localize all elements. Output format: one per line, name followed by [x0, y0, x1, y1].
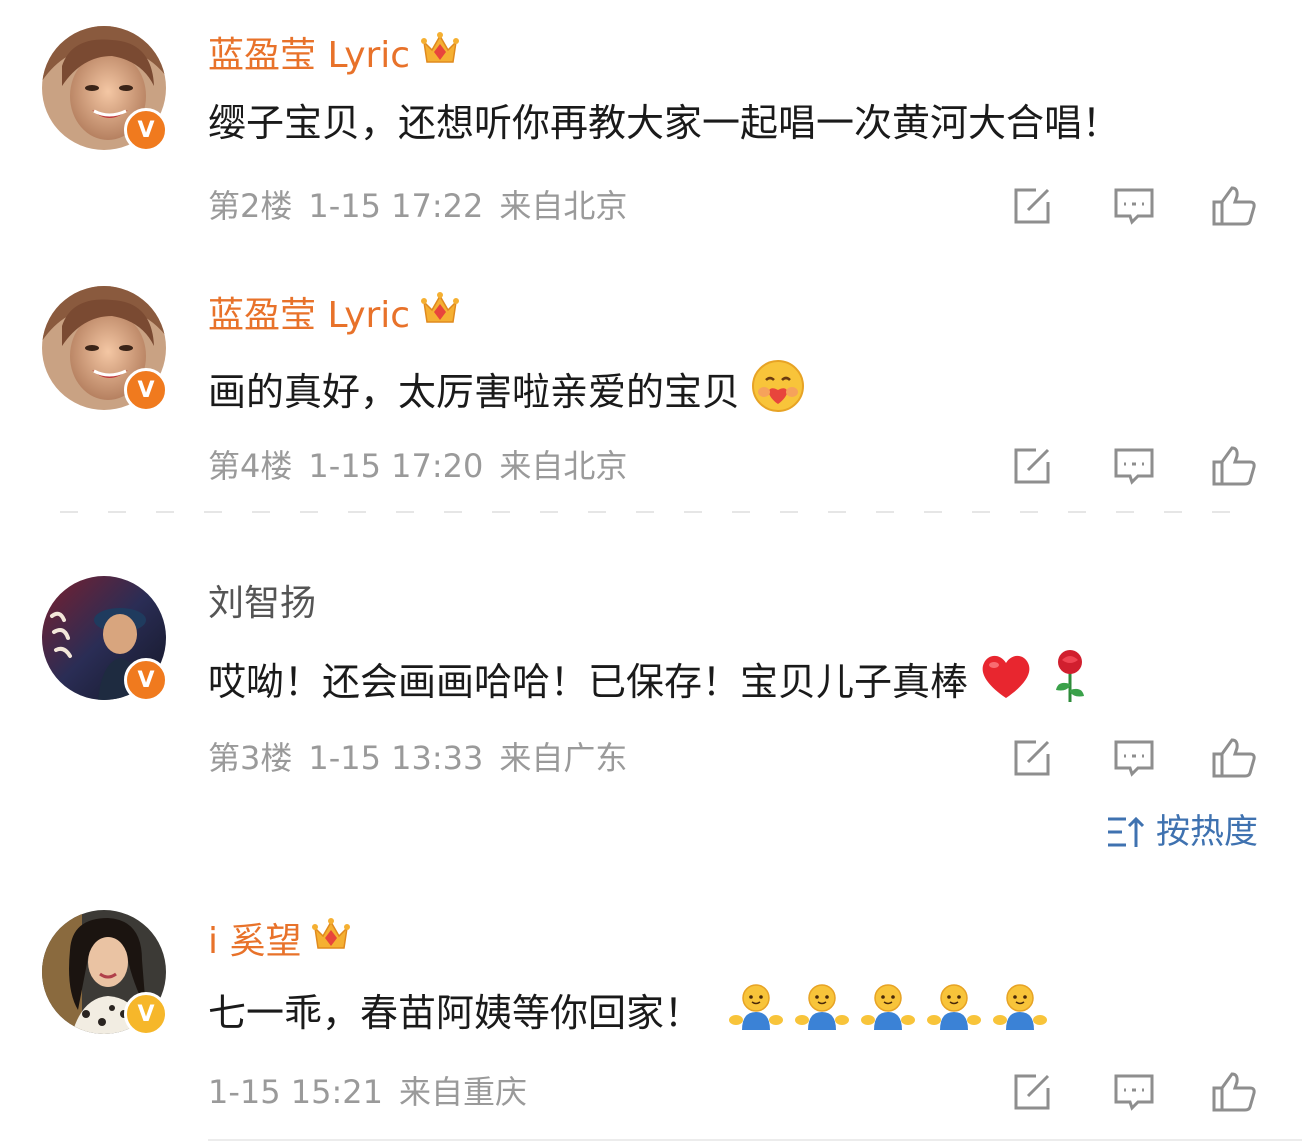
share-icon[interactable]	[1010, 736, 1054, 780]
comment-location: 来自北京	[499, 447, 628, 485]
comment-time: 1-15 13:33	[308, 739, 484, 777]
comment-location: 来自广东	[499, 739, 628, 777]
comment-icon[interactable]	[1112, 736, 1156, 780]
like-icon[interactable]	[1210, 1070, 1256, 1114]
comment-time: 1-15 17:22	[308, 187, 484, 225]
verified-badge: V	[124, 108, 168, 152]
floor-number: 第4楼	[208, 447, 293, 485]
hug-person-emoji	[926, 982, 982, 1044]
red-heart-emoji	[978, 651, 1034, 713]
comment-text: 七一乖，春苗阿姨等你回家！	[208, 982, 1048, 1044]
sort-by-hot-button[interactable]: 按热度	[1106, 810, 1258, 854]
comment-text: 哎呦！还会画画哈哈！已保存！宝贝儿子真棒	[208, 648, 1090, 716]
vip-crown-icon	[420, 30, 460, 81]
verified-badge: V	[124, 658, 168, 702]
comment-actions	[1010, 444, 1260, 488]
verified-badge: V	[124, 992, 168, 1036]
username[interactable]: 刘智扬	[208, 582, 316, 626]
verified-badge: V	[124, 368, 168, 412]
emoji-group	[728, 982, 1048, 1044]
comment-text: 画的真好，太厉害啦亲爱的宝贝	[208, 358, 806, 426]
comment-icon[interactable]	[1112, 444, 1156, 488]
avatar[interactable]: V	[42, 26, 168, 152]
sort-label[interactable]: 按热度	[1156, 810, 1258, 854]
comment-actions	[1010, 1070, 1260, 1114]
username[interactable]: 蓝盈莹 Lyric	[208, 30, 460, 81]
comment-time: 1-15 17:20	[308, 447, 484, 485]
username[interactable]: 蓝盈莹 Lyric	[208, 290, 460, 341]
comment-location: 来自重庆	[399, 1073, 528, 1111]
comment-meta: 第4楼 1-15 17:20 来自北京	[208, 446, 627, 486]
hug-person-emoji	[992, 982, 1048, 1044]
comment-icon[interactable]	[1112, 184, 1156, 228]
comment-meta: 1-15 15:21 来自重庆	[208, 1072, 527, 1112]
hugging-heart-emoji	[750, 358, 806, 426]
vip-crown-icon	[311, 916, 351, 967]
comment-actions	[1010, 736, 1260, 780]
avatar[interactable]: V	[42, 910, 168, 1036]
comment-actions	[1010, 184, 1260, 228]
hug-person-emoji	[794, 982, 850, 1044]
like-icon[interactable]	[1210, 444, 1256, 488]
comment-icon[interactable]	[1112, 1070, 1156, 1114]
floor-number: 第3楼	[208, 739, 293, 777]
hug-person-emoji	[728, 982, 784, 1044]
comment-meta: 第2楼 1-15 17:22 来自北京	[208, 186, 627, 226]
like-icon[interactable]	[1210, 736, 1256, 780]
sort-icon	[1108, 816, 1144, 847]
share-icon[interactable]	[1010, 444, 1054, 488]
share-icon[interactable]	[1010, 184, 1054, 228]
rose-emoji	[1050, 648, 1090, 716]
vip-crown-icon	[420, 290, 460, 341]
avatar[interactable]: V	[42, 286, 168, 412]
hug-person-emoji	[860, 982, 916, 1044]
comment-text: 缨子宝贝，还想听你再教大家一起唱一次黄河大合唱！	[208, 101, 1121, 145]
divider	[60, 511, 1240, 513]
comment-meta: 第3楼 1-15 13:33 来自广东	[208, 738, 627, 778]
share-icon[interactable]	[1010, 1070, 1054, 1114]
floor-number: 第2楼	[208, 187, 293, 225]
like-icon[interactable]	[1210, 184, 1256, 228]
username[interactable]: i 奚望	[208, 916, 351, 967]
comment-location: 来自北京	[499, 187, 628, 225]
comment-time: 1-15 15:21	[208, 1073, 384, 1111]
divider	[208, 1139, 1302, 1141]
avatar[interactable]: V	[42, 576, 168, 702]
